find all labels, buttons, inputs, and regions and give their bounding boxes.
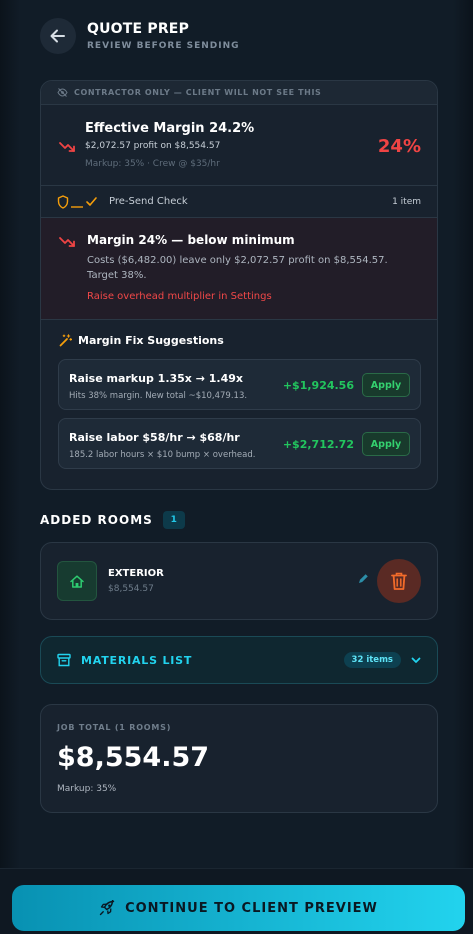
added-rooms-title: ADDED ROOMS [40,513,153,527]
page-title: QUOTE PREP [87,21,190,37]
archive-box-icon [57,653,71,667]
cta-label: CONTINUE TO CLIENT PREVIEW [125,900,378,916]
profit-line: $2,072.57 profit on $8,554.57 [85,141,221,151]
materials-list-label: MATERIALS LIST [81,653,193,667]
materials-count-badge: 32 items [343,652,401,668]
job-total-markup: Markup: 35% [57,784,117,794]
job-total-label: JOB TOTAL (1 ROOMS) [57,723,172,732]
continue-to-client-preview-button[interactable]: CONTINUE TO CLIENT PREVIEW [12,885,465,931]
fix-suggestion-labor: Raise labor $58/hr → $68/hr 185.2 labor … [58,418,421,469]
job-total-card: JOB TOTAL (1 ROOMS) $8,554.57 Markup: 35… [40,704,438,813]
fix-description: Hits 38% margin. New total ~$10,479.13. [69,391,248,401]
effective-margin-title: Effective Margin 24.2% [85,121,255,136]
contractor-only-panel: CONTRACTOR ONLY — CLIENT WILL NOT SEE TH… [40,80,438,490]
eye-off-icon [57,88,68,97]
effective-margin-row: Effective Margin 24.2% $2,072.57 profit … [41,105,437,186]
materials-list-toggle[interactable]: MATERIALS LIST 32 items [40,636,438,684]
shield-check-icon [57,194,101,209]
arrow-left-icon [50,29,65,43]
job-total-value: $8,554.57 [57,742,210,773]
delete-room-button[interactable] [377,559,421,603]
room-name: EXTERIOR [108,568,164,579]
contractor-banner: CONTRACTOR ONLY — CLIENT WILL NOT SEE TH… [41,81,437,105]
trash-icon [391,572,407,590]
trending-down-icon [59,233,75,252]
pencil-icon[interactable] [357,573,369,585]
page-subtitle: REVIEW BEFORE SENDING [87,41,240,51]
home-icon [57,561,97,601]
chevron-down-icon [411,657,421,664]
header: QUOTE PREP REVIEW BEFORE SENDING [40,18,240,54]
presend-check-row[interactable]: Pre-Send Check 1 item [41,186,437,218]
trending-down-icon [59,138,75,157]
fix-title: Raise labor $58/hr → $68/hr [69,431,240,444]
presend-check-label: Pre-Send Check [109,196,188,207]
margin-alert: Margin 24% — below minimum Costs ($6,482… [41,218,437,320]
rooms-count-badge: 1 [162,511,185,529]
apply-labor-button[interactable]: Apply [362,432,410,456]
quote-prep-screen: QUOTE PREP REVIEW BEFORE SENDING CONTRAC… [0,0,473,934]
fix-amount: +$2,712.72 [282,438,354,451]
margin-meta: Markup: 35% · Crew @ $35/hr [85,159,220,169]
alert-title: Margin 24% — below minimum [87,233,295,247]
raise-overhead-link[interactable]: Raise overhead multiplier in Settings [87,291,272,302]
magic-wand-icon [59,333,72,347]
apply-markup-button[interactable]: Apply [362,373,410,397]
fix-title: Raise markup 1.35x → 1.49x [69,372,244,385]
fix-suggestion-markup: Raise markup 1.35x → 1.49x Hits 38% marg… [58,359,421,410]
fix-description: 185.2 labor hours × $10 bump × overhead. [69,450,256,460]
contractor-banner-text: CONTRACTOR ONLY — CLIENT WILL NOT SEE TH… [74,88,322,97]
room-price: $8,554.57 [108,584,154,594]
alert-text: Costs ($6,482.00) leave only $2,072.57 p… [87,255,388,281]
margin-fix-heading-label: Margin Fix Suggestions [78,333,224,347]
back-button[interactable] [40,18,76,54]
rocket-icon [99,900,115,916]
added-rooms-heading: ADDED ROOMS 1 [40,511,185,529]
presend-check-count: 1 item [392,196,421,207]
margin-fix-heading: Margin Fix Suggestions [41,320,437,360]
margin-percent: 24% [377,136,421,157]
room-card-exterior[interactable]: EXTERIOR $8,554.57 [40,542,438,620]
fix-amount: +$1,924.56 [282,379,354,392]
